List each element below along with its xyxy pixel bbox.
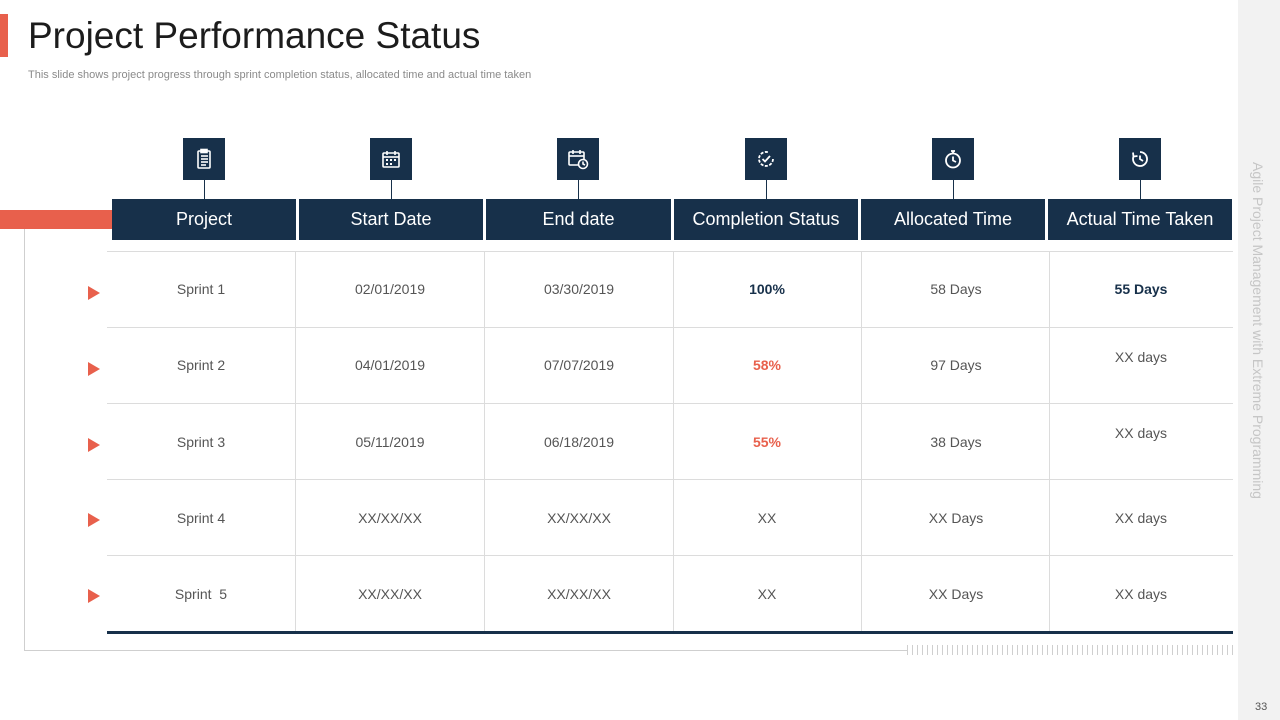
cell-project: Sprint 4 (176, 510, 226, 526)
side-label: Agile Project Management with Extreme Pr… (1250, 162, 1266, 499)
column-header-allocated-time: Allocated Time (861, 199, 1045, 240)
red-accent-tab (0, 210, 112, 229)
row-divider (107, 251, 1233, 252)
calendar-clock-icon (557, 138, 599, 180)
cell-allocated-time: 38 Days (930, 434, 982, 450)
cell-project: Sprint 3 (176, 434, 226, 450)
cell-start-date: 04/01/2019 (354, 357, 426, 373)
column-header-project: Project (112, 199, 296, 240)
title-accent-bar (0, 14, 8, 57)
cell-completion-status: 55% (752, 434, 782, 450)
column-header-start-date: Start Date (299, 199, 483, 240)
cell-project: Sprint 1 (176, 281, 226, 297)
cell-completion-status: XX (757, 586, 777, 602)
row-marker-icon (88, 513, 100, 527)
cell-completion-status: XX (757, 510, 777, 526)
clipboard-list-icon (183, 138, 225, 180)
cell-start-date: XX/XX/XX (358, 586, 422, 602)
icon-connector (204, 180, 205, 199)
row-divider (107, 327, 1233, 328)
cell-end-date: XX/XX/XX (547, 510, 611, 526)
icon-connector (391, 180, 392, 199)
cell-end-date: XX/XX/XX (547, 586, 611, 602)
icon-connector (953, 180, 954, 199)
cell-start-date: 05/11/2019 (355, 434, 425, 450)
icon-connector (578, 180, 579, 199)
cell-start-date: 02/01/2019 (354, 281, 426, 297)
cell-allocated-time: XX Days (928, 586, 984, 602)
cell-actual-time: XX days (1114, 510, 1168, 526)
cell-actual-time: 55 Days (1114, 281, 1168, 297)
row-divider (107, 479, 1233, 480)
row-divider (107, 403, 1233, 404)
cell-start-date: XX/XX/XX (358, 510, 422, 526)
cell-allocated-time: 97 Days (930, 357, 982, 373)
column-header-end-date: End date (486, 199, 671, 240)
stopwatch-icon (932, 138, 974, 180)
cell-end-date: 03/30/2019 (543, 281, 615, 297)
decorative-ruler (907, 645, 1233, 655)
table-bottom-rule (107, 631, 1233, 634)
cell-actual-time: XX days (1114, 425, 1168, 441)
cell-completion-status: 58% (752, 357, 782, 373)
cell-actual-time: XX days (1114, 586, 1168, 602)
column-header-actual-time-taken: Actual Time Taken (1048, 199, 1232, 240)
cell-actual-time: XX days (1114, 349, 1168, 365)
row-marker-icon (88, 286, 100, 300)
icon-connector (1140, 180, 1141, 199)
calendar-icon (370, 138, 412, 180)
page-number: 33 (1255, 701, 1268, 713)
cell-project: Sprint 2 (176, 357, 226, 373)
check-circle-icon (745, 138, 787, 180)
cell-end-date: 07/07/2019 (543, 357, 615, 373)
cell-allocated-time: XX Days (928, 510, 984, 526)
page-title: Project Performance Status (28, 15, 481, 56)
row-marker-icon (88, 438, 100, 452)
cell-project: Sprint 5 (174, 586, 228, 602)
cell-completion-status: 100% (749, 281, 785, 297)
row-marker-icon (88, 362, 100, 376)
page-subtitle: This slide shows project progress throug… (28, 69, 532, 81)
row-divider (107, 555, 1233, 556)
clock-arrow-icon (1119, 138, 1161, 180)
icon-connector (766, 180, 767, 199)
cell-end-date: 06/18/2019 (543, 434, 615, 450)
cell-allocated-time: 58 Days (930, 281, 982, 297)
column-header-completion-status: Completion Status (674, 199, 858, 240)
row-marker-icon (88, 589, 100, 603)
